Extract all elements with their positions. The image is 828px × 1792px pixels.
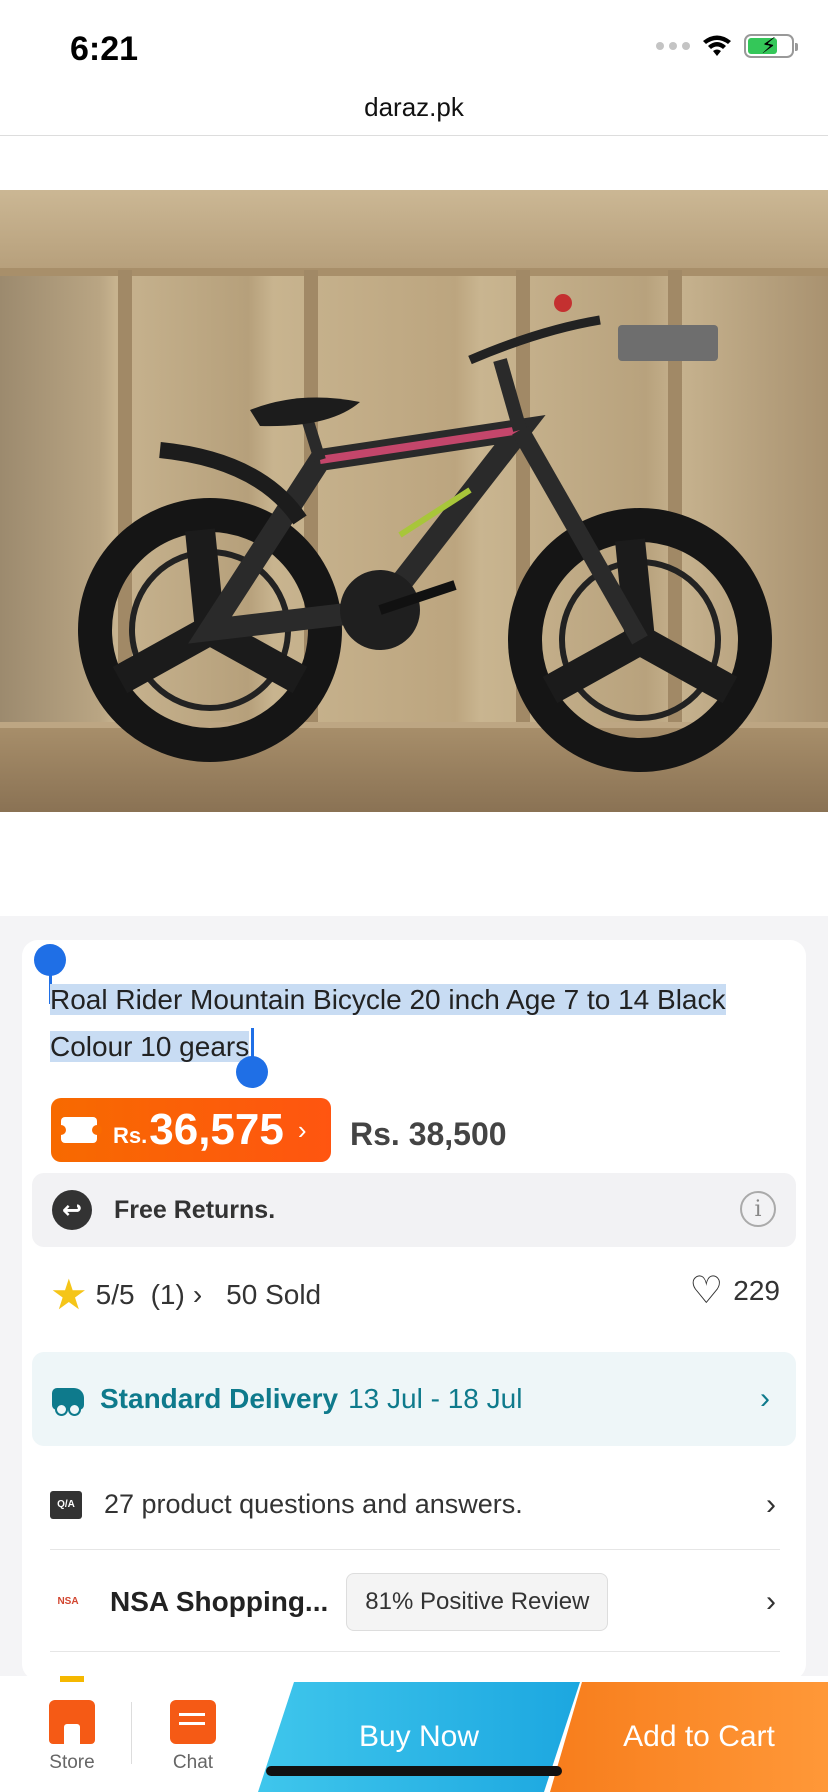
coupon-icon bbox=[56, 1117, 102, 1143]
home-indicator bbox=[266, 1766, 562, 1776]
questions-row[interactable]: Q/A 27 product questions and answers. › bbox=[50, 1460, 780, 1550]
store-label: Store bbox=[49, 1752, 95, 1773]
truck-icon bbox=[52, 1388, 84, 1416]
rating-score[interactable]: 5/5 bbox=[96, 1279, 135, 1311]
chevron-right-icon: › bbox=[766, 1584, 776, 1618]
store-icon bbox=[49, 1700, 95, 1744]
return-arrow-icon: ↩ bbox=[52, 1190, 92, 1230]
product-info-card: Roal Rider Mountain Bicycle 20 inch Age … bbox=[22, 940, 806, 1680]
chevron-right-icon: › bbox=[760, 1382, 770, 1415]
rating-row: ★ 5/5 (1) › 50 Sold ♡ 229 bbox=[50, 1272, 780, 1318]
chat-button[interactable]: Chat bbox=[148, 1700, 238, 1774]
free-returns-row[interactable]: ↩ Free Returns. i bbox=[32, 1173, 796, 1247]
price-badge[interactable]: Rs. 36,575 › bbox=[51, 1098, 331, 1162]
url-bar[interactable]: daraz.pk bbox=[0, 92, 828, 136]
wishlist-count: 229 bbox=[733, 1275, 780, 1306]
seller-row[interactable]: NSA NSA Shopping... 81% Positive Review … bbox=[50, 1552, 780, 1652]
questions-label: 27 product questions and answers. bbox=[104, 1489, 523, 1519]
seller-name: NSA Shopping... bbox=[110, 1585, 329, 1617]
heart-icon[interactable]: ♡ bbox=[689, 1272, 723, 1310]
seller-logo: NSA bbox=[50, 1583, 86, 1620]
store-button[interactable]: Store bbox=[27, 1700, 117, 1774]
original-price: Rs. 38,500 bbox=[350, 1116, 507, 1152]
product-image-area[interactable] bbox=[0, 136, 828, 916]
selection-end-handle[interactable] bbox=[236, 1056, 268, 1088]
delivery-row[interactable]: Standard Delivery 13 Jul - 18 Jul › bbox=[32, 1352, 796, 1446]
qa-icon: Q/A bbox=[50, 1490, 82, 1519]
price-currency: Rs. bbox=[113, 1123, 148, 1148]
wishlist-button[interactable]: ♡ 229 bbox=[689, 1272, 780, 1310]
delivery-dates: 13 Jul - 18 Jul bbox=[348, 1383, 523, 1414]
chevron-right-icon[interactable]: › bbox=[193, 1279, 202, 1311]
status-time: 6:21 bbox=[70, 30, 139, 68]
wifi-icon bbox=[703, 35, 731, 56]
chat-label: Chat bbox=[172, 1752, 214, 1773]
product-title[interactable]: Roal Rider Mountain Bicycle 20 inch Age … bbox=[50, 976, 780, 1070]
chevron-right-icon: › bbox=[297, 1114, 307, 1145]
chat-icon bbox=[170, 1700, 216, 1744]
add-to-cart-button[interactable]: Add to Cart bbox=[550, 1682, 828, 1792]
delivery-label: Standard Delivery bbox=[100, 1383, 339, 1414]
star-icon: ★ bbox=[50, 1271, 88, 1318]
divider bbox=[131, 1702, 132, 1764]
positive-review-badge: 81% Positive Review bbox=[346, 1572, 609, 1631]
sold-count: 50 Sold bbox=[226, 1279, 322, 1310]
price-value: 36,575 bbox=[149, 1105, 284, 1154]
product-photo[interactable] bbox=[0, 190, 828, 812]
rating-count[interactable]: (1) bbox=[151, 1279, 185, 1311]
info-icon[interactable]: i bbox=[740, 1191, 776, 1227]
chevron-right-icon: › bbox=[766, 1487, 776, 1521]
status-icons: ⚡ bbox=[656, 33, 798, 58]
signal-icon bbox=[656, 42, 690, 50]
bicycle-image bbox=[78, 294, 772, 772]
free-returns-label: Free Returns. bbox=[114, 1195, 276, 1224]
product-info-section: Roal Rider Mountain Bicycle 20 inch Age … bbox=[0, 916, 828, 1680]
status-bar: 6:21 ⚡ bbox=[0, 0, 828, 95]
battery-icon: ⚡ bbox=[744, 33, 798, 58]
